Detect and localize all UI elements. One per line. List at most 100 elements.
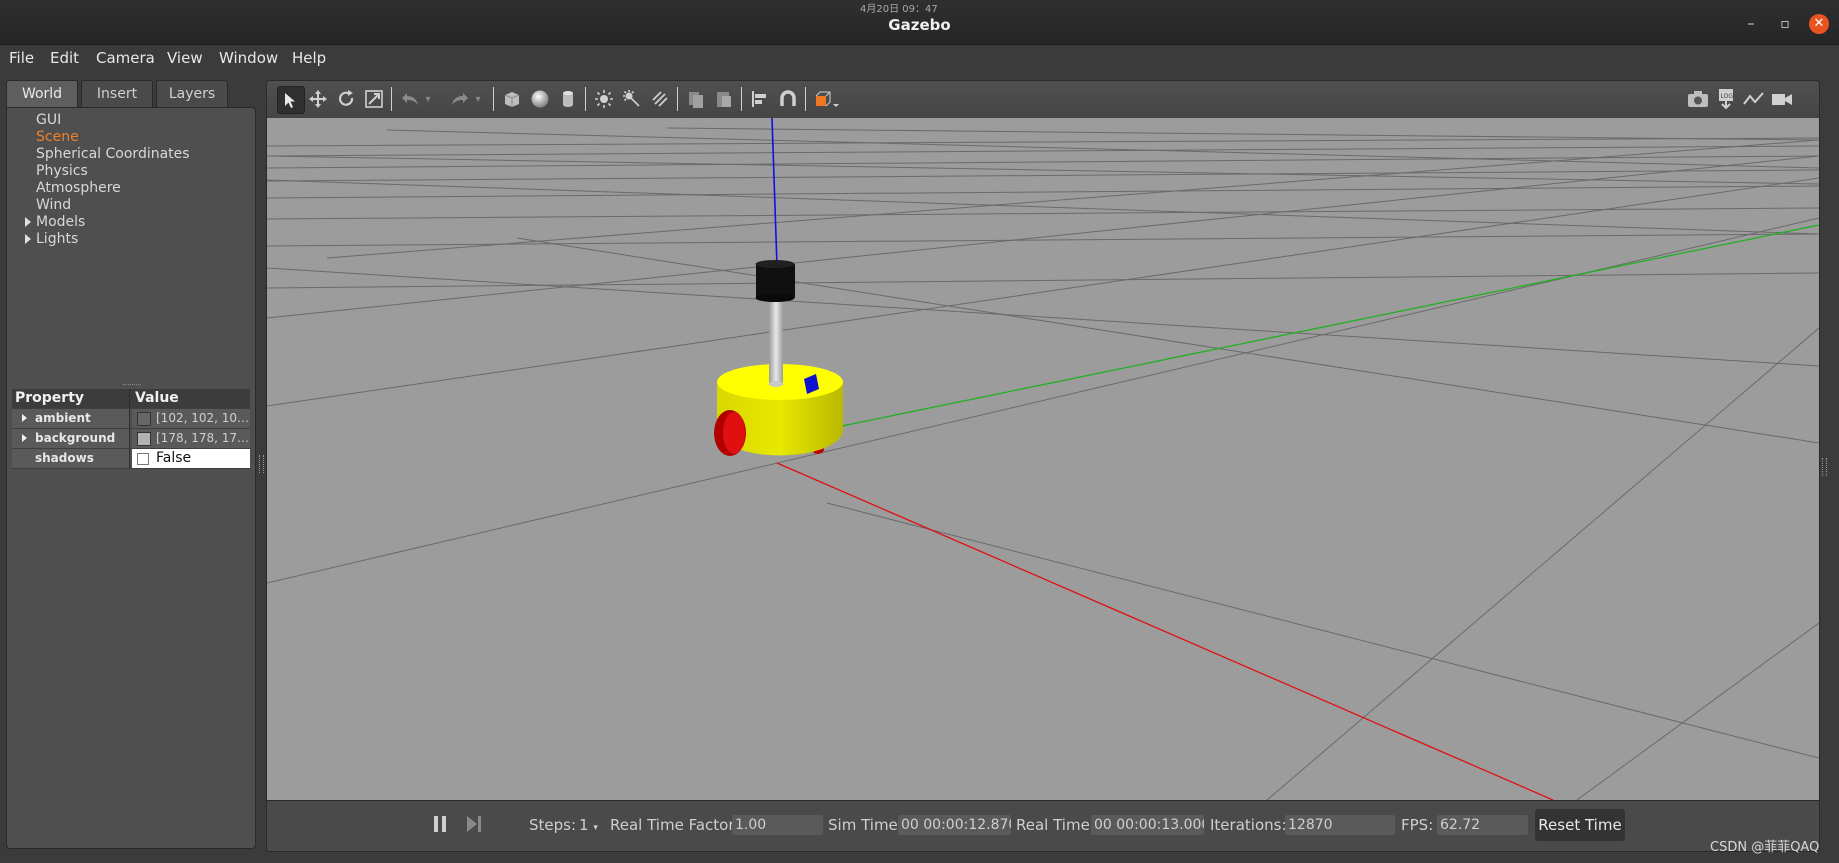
line-chart-icon: [1743, 92, 1764, 105]
steps-value: 1: [579, 816, 589, 834]
box-shape-button[interactable]: [499, 86, 525, 112]
tree-item-atmosphere[interactable]: Atmosphere: [11, 180, 251, 197]
maximize-button[interactable]: ▫: [1775, 14, 1795, 34]
scale-mode-button[interactable]: [361, 86, 387, 112]
undo-button[interactable]: [397, 86, 423, 112]
copy-icon: [689, 92, 703, 108]
rotate-mode-button[interactable]: [333, 86, 359, 112]
tree-item-physics[interactable]: Physics: [11, 163, 251, 180]
sim-time-label: Sim Time:: [828, 816, 903, 834]
menu-camera[interactable]: Camera: [96, 49, 155, 67]
view-angle-icon: [815, 91, 839, 107]
point-light-button[interactable]: [591, 86, 617, 112]
step-button[interactable]: [461, 811, 487, 837]
video-record-button[interactable]: [1769, 86, 1795, 112]
toolbar-separator: [585, 87, 586, 111]
tree-item-scene[interactable]: Scene: [11, 129, 251, 146]
log-icon: LOG: [1719, 89, 1733, 110]
sensor-pole: [769, 293, 783, 385]
iterations-field: 12870: [1285, 815, 1395, 835]
tree-item-spherical-coordinates[interactable]: Spherical Coordinates: [11, 146, 251, 163]
world-tree: GUI Scene Spherical Coordinates Physics …: [11, 112, 251, 248]
lidar-sensor: [756, 264, 795, 298]
snap-button[interactable]: [775, 86, 801, 112]
real-time-field: 00 00:00:13.000: [1091, 815, 1204, 835]
steps-label: Steps:: [529, 816, 577, 834]
tree-item-lights[interactable]: Lights: [11, 231, 251, 248]
undo-history-dropdown[interactable]: ▾: [421, 86, 435, 112]
pause-icon: [434, 816, 446, 832]
expand-arrow-icon[interactable]: [22, 434, 27, 442]
translate-mode-button[interactable]: [305, 86, 331, 112]
redo-history-dropdown[interactable]: ▾: [471, 86, 485, 112]
tree-item-wind[interactable]: Wind: [11, 197, 251, 214]
sphere-shape-button[interactable]: [527, 86, 553, 112]
steps-spinbox[interactable]: 1 ▾: [579, 816, 598, 834]
paste-icon: [717, 92, 731, 107]
redo-icon: [452, 93, 468, 105]
plot-button[interactable]: [1741, 86, 1767, 112]
tree-item-models[interactable]: Models: [11, 214, 251, 231]
iterations-label: Iterations:: [1210, 816, 1287, 834]
select-mode-button[interactable]: [277, 86, 305, 114]
real-time-factor-label: Real Time Factor:: [610, 816, 740, 834]
scale-icon: [365, 90, 383, 108]
cylinder-icon: [563, 91, 573, 107]
property-table: Property Value ambient [102, 102, 10… ba…: [12, 389, 250, 469]
property-name: shadows: [35, 451, 94, 465]
redo-button[interactable]: [447, 86, 473, 112]
property-value: False: [156, 450, 192, 466]
spotlight-icon: [623, 90, 640, 107]
paste-button[interactable]: [711, 86, 737, 112]
log-button[interactable]: LOG: [1713, 86, 1739, 112]
color-swatch[interactable]: [137, 412, 151, 426]
box-icon: [504, 92, 520, 107]
expand-arrow-icon[interactable]: [25, 217, 31, 227]
menu-view[interactable]: View: [167, 49, 203, 67]
sim-time-field: 00 00:00:12.870: [898, 815, 1011, 835]
expand-arrow-icon[interactable]: [22, 414, 27, 422]
menu-bar: File Edit Camera View Window Help: [0, 45, 1839, 71]
fps-label: FPS:: [1401, 816, 1434, 834]
view-angle-button[interactable]: [811, 86, 843, 112]
menu-window[interactable]: Window: [219, 49, 278, 67]
close-button[interactable]: ✕: [1809, 14, 1829, 34]
menu-file[interactable]: File: [9, 49, 34, 67]
toolbar-separator: [677, 87, 678, 111]
menu-edit[interactable]: Edit: [50, 49, 79, 67]
left-panel-resize-handle[interactable]: [259, 455, 264, 473]
reset-time-button[interactable]: Reset Time: [1535, 809, 1625, 841]
tab-world[interactable]: World: [6, 80, 78, 107]
expand-arrow-icon[interactable]: [25, 234, 31, 244]
fps-field: 62.72: [1437, 815, 1528, 835]
shadows-checkbox[interactable]: [137, 453, 149, 465]
clock-text: 4月20日 09：47: [860, 4, 938, 15]
tree-item-gui[interactable]: GUI: [11, 112, 251, 129]
spinbox-arrow-icon[interactable]: ▾: [593, 823, 598, 833]
property-row-ambient[interactable]: ambient [102, 102, 10…: [12, 409, 250, 429]
spot-light-button[interactable]: [619, 86, 645, 112]
property-column-header: Property: [12, 389, 130, 408]
right-panel-resize-handle[interactable]: [1822, 458, 1827, 476]
left-panel: World Insert Layers GUI Scene Spherical …: [6, 80, 256, 850]
color-swatch[interactable]: [137, 432, 151, 446]
property-row-background[interactable]: background [178, 178, 17…: [12, 429, 250, 449]
tab-layers[interactable]: Layers: [156, 80, 228, 107]
copy-button[interactable]: [683, 86, 709, 112]
step-forward-icon: [467, 816, 481, 832]
move-arrows-icon: [309, 90, 327, 108]
tab-insert[interactable]: Insert: [81, 80, 153, 107]
menu-help[interactable]: Help: [292, 49, 326, 67]
directional-light-button[interactable]: [647, 86, 673, 112]
render-view[interactable]: ▾ ▾ LOG Steps: 1 ▾ Real Time Factor: 1.0…: [266, 80, 1820, 852]
screenshot-button[interactable]: [1685, 86, 1711, 112]
property-row-shadows[interactable]: shadows False: [12, 449, 250, 469]
cylinder-shape-button[interactable]: [555, 86, 581, 112]
align-button[interactable]: [747, 86, 773, 112]
minimize-button[interactable]: –: [1741, 14, 1761, 34]
sun-icon: [595, 90, 613, 108]
toolbar-separator: [741, 87, 742, 111]
pause-button[interactable]: [427, 811, 453, 837]
render-toolbar: ▾ ▾ LOG: [267, 81, 1819, 119]
3d-scene-viewport[interactable]: [267, 118, 1819, 800]
